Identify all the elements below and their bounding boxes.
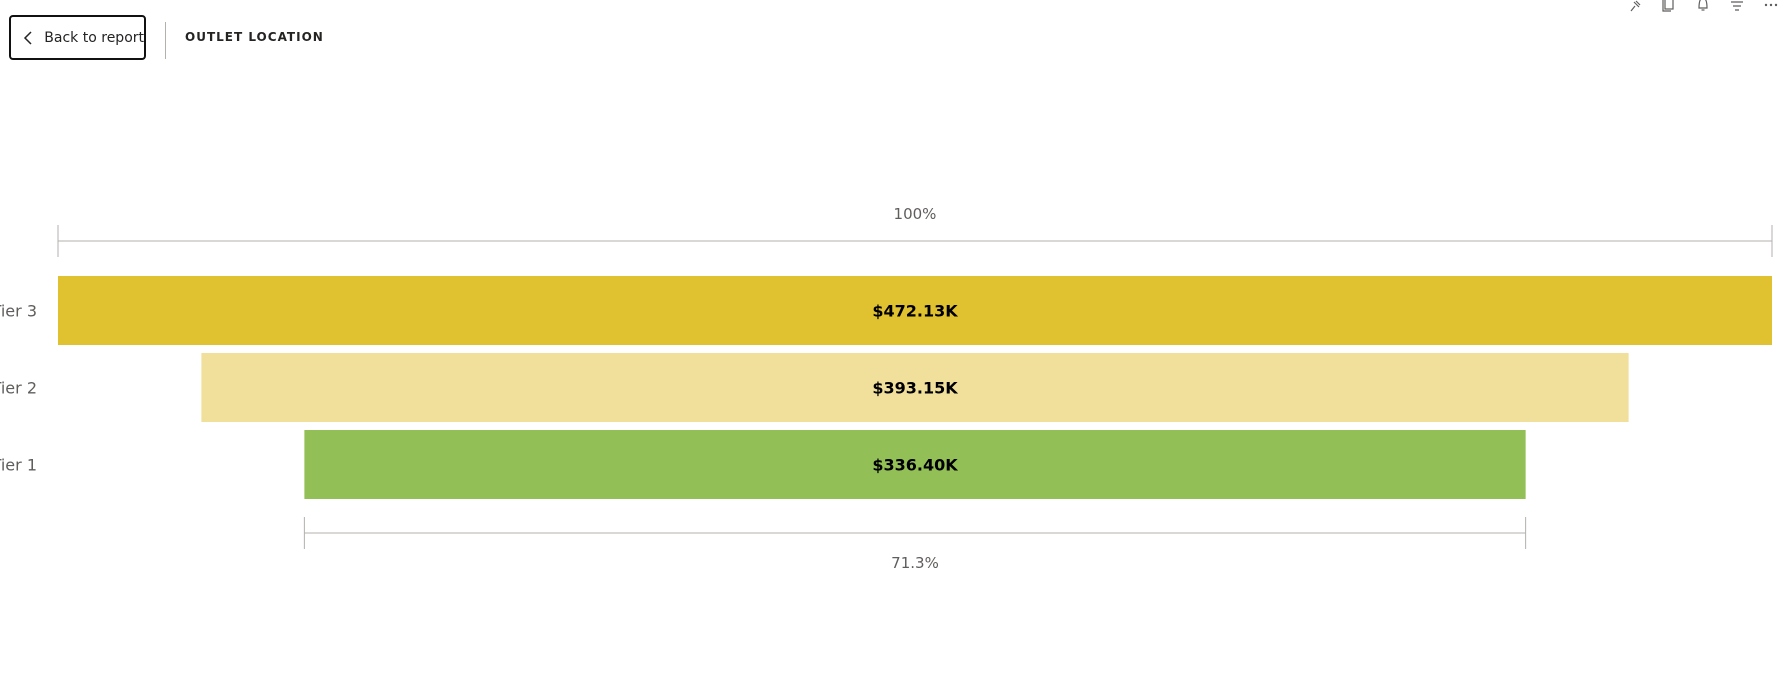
top-percent-label: 100% [894,205,937,223]
category-label: Tier 2 [0,379,37,398]
bottom-percent-label: 71.3% [891,554,939,572]
funnel-chart: $472.13K Tier 3 $393.15K Tier 2 $336.40K Tier… [0,205,1773,572]
category-label: Tier 3 [0,302,37,321]
data-label: $472.13K [872,302,958,321]
data-label: $336.40K [872,456,958,475]
category-label: Tier 1 [0,456,37,475]
data-label: $393.15K [872,379,958,398]
